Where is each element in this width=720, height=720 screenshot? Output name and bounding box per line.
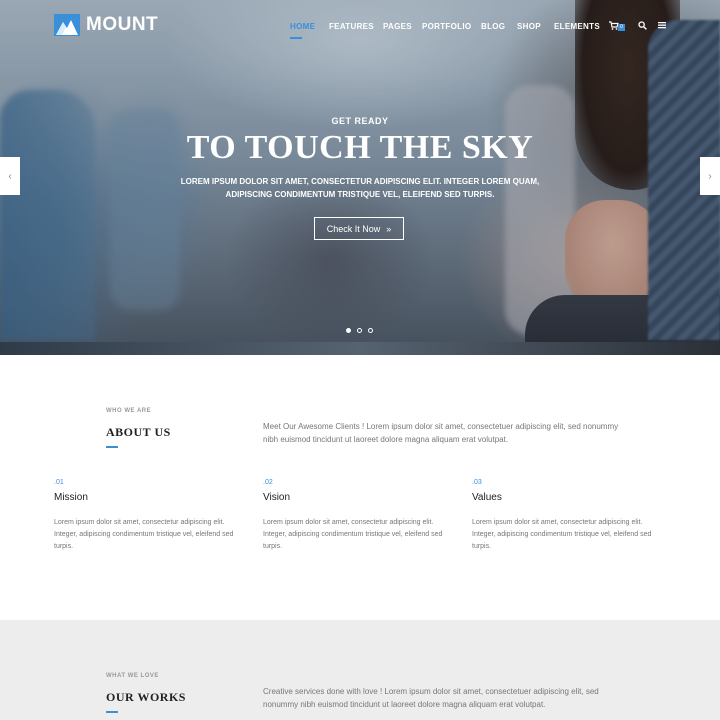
hero-kicker: GET READY [331, 116, 389, 126]
hero-subtitle: LOREM IPSUM DOLOR SIT AMET, CONSECTETUR … [160, 175, 560, 201]
check-it-now-label: Check It Now [326, 223, 381, 234]
nav-active-underline [290, 37, 302, 39]
logo[interactable]: MOUNT [54, 14, 158, 36]
double-chevron-right-icon: » [386, 223, 392, 234]
chevron-left-icon: ‹ [8, 170, 12, 182]
search-icon[interactable] [638, 21, 647, 32]
about-kicker: WHO WE ARE [106, 408, 152, 414]
mountain-logo-icon [54, 14, 80, 36]
slider-pagination [346, 328, 373, 333]
feature-text-line: turpis. [263, 543, 283, 550]
works-title: OUR WORKS [106, 690, 186, 704]
feature-text-line: Integer, adipiscing condimentum tristiqu… [472, 531, 652, 538]
hero-title: TO TOUCH THE SKY [186, 129, 534, 166]
feature-text-line: Lorem ipsum dolor sit amet, consectetur … [263, 519, 434, 526]
feature-text-line: Integer, adipiscing condimentum tristiqu… [54, 531, 234, 538]
logo-text: MOUNT [86, 14, 159, 35]
feature-text: Lorem ipsum dolor sit amet, consectetur … [472, 517, 672, 553]
about-title-underline [106, 446, 118, 448]
works-kicker: WHAT WE LOVE [106, 673, 159, 679]
slider-prev-button[interactable]: ‹ [0, 157, 20, 195]
nav-item-home[interactable]: HOME [290, 22, 315, 31]
slider-dot[interactable] [346, 328, 351, 333]
menu-icon[interactable] [658, 21, 666, 31]
feature-vision: .02 Vision Lorem ipsum dolor sit amet, c… [263, 479, 463, 553]
slider-dot[interactable] [368, 328, 373, 333]
nav-item-shop[interactable]: SHOP [517, 22, 541, 31]
about-description-line: nibh euismod tincidunt ut laoreet dolore… [263, 435, 509, 444]
nav-item-pages[interactable]: PAGES [383, 22, 412, 31]
slider-next-button[interactable]: › [700, 157, 720, 195]
feature-text: Lorem ipsum dolor sit amet, consectetur … [54, 517, 254, 553]
about-description: Meet Our Awesome Clients ! Lorem ipsum d… [263, 420, 643, 446]
cart-count-badge: 0 [618, 24, 625, 31]
works-description-line: nonummy nibh euismod tincidunt ut laoree… [263, 700, 546, 709]
about-title: ABOUT US [106, 425, 171, 439]
nav-item-features[interactable]: FEATURES [329, 22, 374, 31]
hero-subtitle-line: ADIPISCING CONDIMENTUM TRISTIQUE VEL, EL… [225, 190, 495, 199]
slider-dot[interactable] [357, 328, 362, 333]
nav-item-elements[interactable]: ELEMENTS [554, 22, 600, 31]
feature-text-line: Lorem ipsum dolor sit amet, consectetur … [472, 519, 643, 526]
works-description-line: Creative services done with love ! Lorem… [263, 687, 599, 696]
hero-bottom-bar [0, 342, 720, 355]
feature-text-line: turpis. [54, 543, 74, 550]
chevron-right-icon: › [708, 170, 712, 182]
feature-text-line: Integer, adipiscing condimentum tristiqu… [263, 531, 443, 538]
feature-title: Vision [263, 492, 291, 503]
feature-number: .01 [54, 479, 64, 486]
feature-text-line: Lorem ipsum dolor sit amet, consectetur … [54, 519, 225, 526]
about-description-line: Meet Our Awesome Clients ! Lorem ipsum d… [263, 422, 619, 431]
feature-values: .03 Values Lorem ipsum dolor sit amet, c… [472, 479, 672, 553]
nav-item-portfolio[interactable]: PORTFOLIO [422, 22, 471, 31]
works-description: Creative services done with love ! Lorem… [263, 685, 643, 711]
works-title-underline [106, 711, 118, 713]
feature-text-line: turpis. [472, 543, 492, 550]
check-it-now-button[interactable]: Check It Now » [314, 217, 404, 240]
feature-text: Lorem ipsum dolor sit amet, consectetur … [263, 517, 463, 553]
feature-number: .03 [472, 479, 482, 486]
feature-mission: .01 Mission Lorem ipsum dolor sit amet, … [54, 479, 254, 553]
hero-subtitle-line: LOREM IPSUM DOLOR SIT AMET, CONSECTETUR … [180, 177, 540, 186]
feature-title: Mission [54, 492, 88, 503]
feature-title: Values [472, 492, 502, 503]
nav-item-blog[interactable]: BLOG [481, 22, 505, 31]
feature-number: .02 [263, 479, 273, 486]
